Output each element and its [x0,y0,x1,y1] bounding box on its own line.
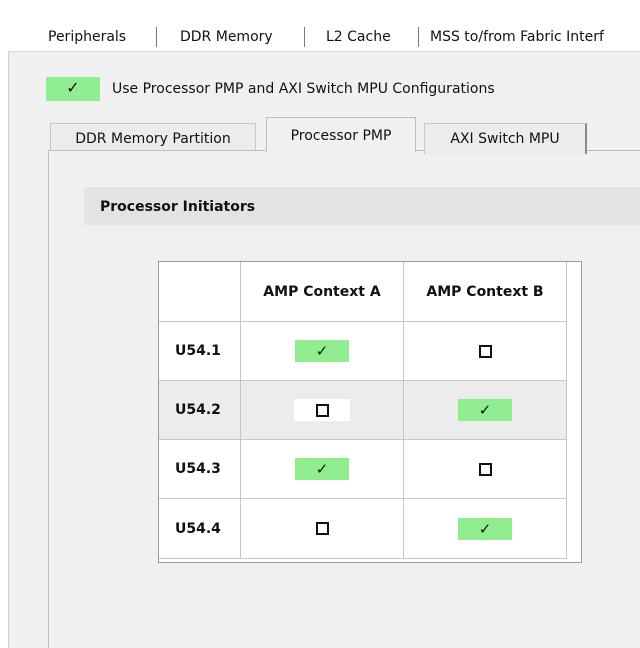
table-corner-cell [159,262,241,322]
checkmark-icon: ✓ [315,460,329,478]
tab-axi-switch-mpu[interactable]: AXI Switch MPU [424,123,587,154]
top-tab-bar: Peripherals DDR Memory L2 Cache MSS to/f… [30,21,640,51]
tab-l2-cache[interactable]: L2 Cache [326,21,406,51]
table-cell [241,381,404,440]
checkmark-icon: ✓ [315,342,329,360]
section-header-processor-initiators: Processor Initiators [84,187,640,225]
column-header-context-b: AMP Context B [404,262,567,322]
column-header-context-a: AMP Context A [241,262,404,322]
u54-4-context-b-checkbox[interactable]: ✓ [458,517,512,540]
checkmark-icon: ✓ [478,519,492,538]
checkmark-icon: ✓ [66,78,80,97]
tab-separator [304,27,305,47]
row-header-u54-3: U54.3 [159,440,241,499]
tab-mss-fabric-interface[interactable]: MSS to/from Fabric Interf [430,21,640,51]
u54-1-context-b-checkbox[interactable] [478,344,492,358]
table-cell: ✓ [241,322,404,381]
row-header-u54-4: U54.4 [159,499,241,559]
u54-2-context-a-checkbox[interactable] [294,399,350,421]
tab-peripherals[interactable]: Peripherals [48,21,143,51]
u54-1-context-a-checkbox[interactable]: ✓ [295,340,349,362]
configurator-window: Peripherals DDR Memory L2 Cache MSS to/f… [0,0,640,648]
table-cell [404,440,567,499]
checkmark-icon: ✓ [478,401,492,419]
u54-2-context-b-checkbox[interactable]: ✓ [458,399,512,421]
empty-checkbox-icon [315,403,329,417]
table-cell: ✓ [241,440,404,499]
table-cell [404,322,567,381]
tab-separator [156,27,157,47]
u54-3-context-b-checkbox[interactable] [478,462,492,476]
table-cell [241,499,404,559]
pmp-option-checkbox[interactable]: ✓ [46,77,100,101]
u54-4-context-a-checkbox[interactable] [315,522,329,535]
u54-3-context-a-checkbox[interactable]: ✓ [295,458,349,480]
tab-processor-pmp[interactable]: Processor PMP [266,117,416,152]
pmp-option-label: Use Processor PMP and AXI Switch MPU Con… [112,81,495,97]
tab-separator [418,27,419,47]
table-cell: ✓ [404,381,567,440]
row-header-u54-2: U54.2 [159,381,241,440]
tab-ddr-memory[interactable]: DDR Memory [180,21,292,51]
row-header-u54-1: U54.1 [159,322,241,381]
table-cell: ✓ [404,499,567,559]
processor-initiators-table: AMP Context A AMP Context B U54.1 ✓ U54.… [158,261,582,563]
